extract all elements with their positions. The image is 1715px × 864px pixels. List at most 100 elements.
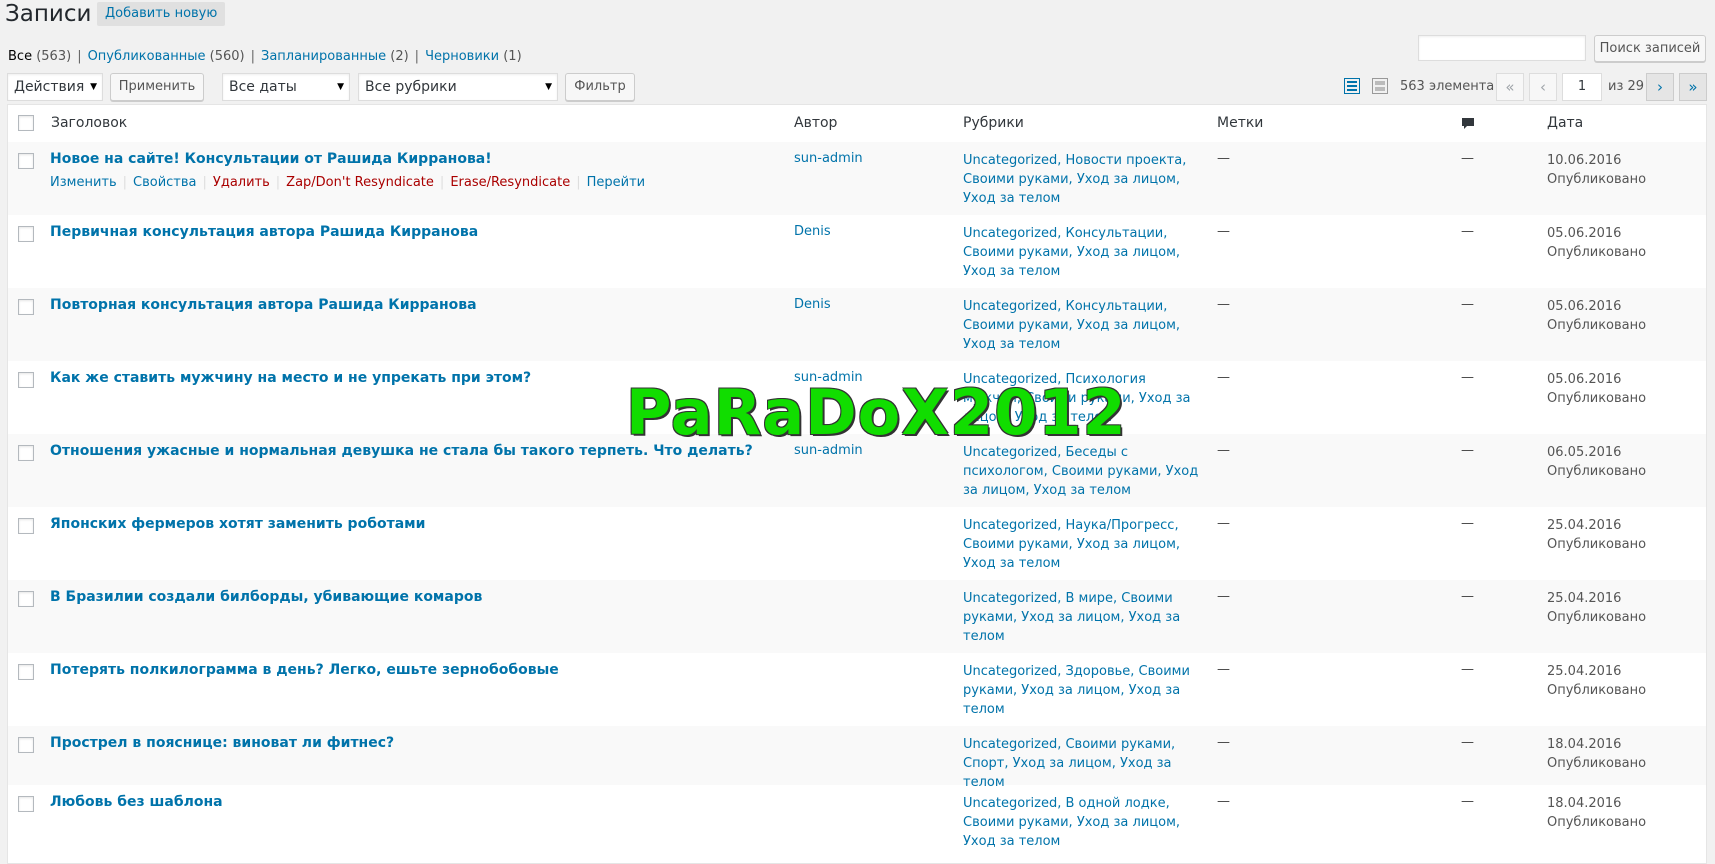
post-categories[interactable]: Uncategorized, Беседы с психологом, Свои…: [963, 443, 1203, 500]
column-title[interactable]: Заголовок: [51, 115, 127, 131]
comments-icon[interactable]: [1461, 117, 1475, 131]
post-status: Опубликовано: [1547, 683, 1647, 698]
search-button[interactable]: Поиск записей: [1594, 35, 1706, 62]
row-checkbox[interactable]: [18, 372, 34, 388]
table-row: Прострел в пояснице: виноват ли фитнес? U…: [8, 726, 1706, 790]
post-title-link[interactable]: Любовь без шаблона: [50, 794, 223, 810]
post-date-value: 06.05.2016: [1547, 445, 1622, 460]
date-filter-select[interactable]: Все даты ▼: [222, 73, 350, 101]
post-title-link[interactable]: Как же ставить мужчину на место и не упр…: [50, 370, 531, 386]
post-date: 25.04.2016 Опубликовано: [1547, 516, 1646, 554]
post-categories[interactable]: Uncategorized, Здоровье, Своими руками, …: [963, 662, 1203, 719]
post-title-link[interactable]: Новое на сайте! Консультации от Рашида К…: [50, 151, 492, 167]
post-categories[interactable]: Uncategorized, Новости проекта, Своими р…: [963, 151, 1203, 208]
select-all-checkbox[interactable]: [18, 115, 34, 131]
row-actions: Изменить | Свойства | Удалить | Zap/Don't Resy…: [50, 175, 646, 190]
excerpt-view-icon[interactable]: [1372, 78, 1388, 94]
first-page-button[interactable]: «: [1496, 73, 1524, 101]
row-checkbox[interactable]: [18, 591, 34, 607]
filter-scheduled[interactable]: Запланированные (2): [261, 49, 409, 64]
post-comments: —: [1461, 224, 1474, 239]
post-date-value: 25.04.2016: [1547, 591, 1622, 606]
apply-button[interactable]: Применить: [110, 73, 204, 101]
row-checkbox[interactable]: [18, 737, 34, 753]
row-checkbox[interactable]: [18, 299, 34, 315]
chevron-down-icon: ▼: [337, 82, 344, 92]
post-author-link[interactable]: Denis: [794, 297, 831, 312]
posts-table: Заголовок Автор Рубрики Метки Дата Новое…: [7, 104, 1707, 864]
table-row: Первичная консультация автора Рашида Кир…: [8, 215, 1706, 288]
row-checkbox[interactable]: [18, 226, 34, 242]
post-title-link[interactable]: Повторная консультация автора Рашида Кир…: [50, 297, 477, 313]
post-comments: —: [1461, 735, 1474, 750]
chevron-down-icon: ▼: [545, 82, 552, 92]
status-filters: Все (563) | Опубликованные (560) | Запланиро…: [8, 49, 522, 64]
category-filter-select[interactable]: Все рубрики ▼: [358, 73, 558, 101]
post-tags: —: [1217, 662, 1230, 677]
row-checkbox[interactable]: [18, 445, 34, 461]
post-categories[interactable]: Uncategorized, В мире, Своими руками, Ух…: [963, 589, 1203, 646]
list-view-icon[interactable]: [1344, 78, 1360, 94]
page-title: Записи: [5, 1, 92, 27]
total-pages: из 29: [1608, 79, 1645, 94]
add-new-button[interactable]: Добавить новую: [97, 2, 226, 26]
post-tags: —: [1217, 297, 1230, 312]
post-categories[interactable]: Uncategorized, Консультации, Своими рука…: [963, 224, 1203, 281]
post-categories[interactable]: Uncategorized, Консультации, Своими рука…: [963, 297, 1203, 354]
post-date: 05.06.2016 Опубликовано: [1547, 224, 1646, 262]
column-date[interactable]: Дата: [1547, 115, 1583, 131]
post-date: 25.04.2016 Опубликовано: [1547, 662, 1646, 700]
zap-link[interactable]: Zap/Don't Resyndicate: [286, 175, 434, 190]
post-title-link[interactable]: Первичная консультация автора Рашида Кир…: [50, 224, 478, 240]
post-author-link[interactable]: Denis: [794, 224, 831, 239]
post-title-link[interactable]: Потерять полкилограмма в день? Легко, еш…: [50, 662, 559, 678]
table-row: Новое на сайте! Консультации от Рашида К…: [8, 142, 1706, 215]
watermark: PaRaDoX2012: [626, 376, 1127, 449]
row-checkbox[interactable]: [18, 153, 34, 169]
chevron-down-icon: ▼: [90, 82, 97, 92]
next-page-button[interactable]: ›: [1646, 73, 1674, 101]
table-header: Заголовок Автор Рубрики Метки Дата: [8, 105, 1706, 143]
row-checkbox[interactable]: [18, 796, 34, 812]
row-checkbox[interactable]: [18, 518, 34, 534]
current-page-input[interactable]: 1: [1562, 73, 1602, 101]
post-date: 06.05.2016 Опубликовано: [1547, 443, 1646, 481]
table-row: Любовь без шаблона Uncategorized, В одной…: [8, 785, 1706, 858]
post-date: 10.06.2016 Опубликовано: [1547, 151, 1646, 189]
post-title-link[interactable]: В Бразилии создали билборды, убивающие к…: [50, 589, 482, 605]
post-title-link[interactable]: Прострел в пояснице: виноват ли фитнес?: [50, 735, 394, 751]
filter-button[interactable]: Фильтр: [565, 73, 635, 101]
table-row: Японских фермеров хотят заменить роботам…: [8, 507, 1706, 580]
quick-edit-link[interactable]: Свойства: [133, 175, 197, 190]
post-date-value: 18.04.2016: [1547, 737, 1622, 752]
post-comments: —: [1461, 662, 1474, 677]
trash-link[interactable]: Удалить: [213, 175, 270, 190]
post-status: Опубликовано: [1547, 756, 1647, 771]
filter-published[interactable]: Опубликованные (560): [88, 49, 245, 64]
post-categories[interactable]: Uncategorized, Наука/Прогресс, Своими ру…: [963, 516, 1203, 573]
last-page-button[interactable]: »: [1679, 73, 1707, 101]
search-input[interactable]: [1418, 35, 1586, 61]
filter-all[interactable]: Все (563): [8, 49, 71, 64]
prev-page-button[interactable]: ‹: [1529, 73, 1557, 101]
erase-link[interactable]: Erase/Resyndicate: [450, 175, 570, 190]
post-author-link[interactable]: sun-admin: [794, 151, 863, 166]
post-categories[interactable]: Uncategorized, Своими руками, Спорт, Ухо…: [963, 735, 1203, 792]
post-status: Опубликовано: [1547, 815, 1647, 830]
post-status: Опубликовано: [1547, 245, 1647, 260]
post-categories[interactable]: Uncategorized, В одной лодке, Своими рук…: [963, 794, 1203, 851]
edit-link[interactable]: Изменить: [50, 175, 117, 190]
post-date-value: 05.06.2016: [1547, 372, 1622, 387]
post-date: 25.04.2016 Опубликовано: [1547, 589, 1646, 627]
post-title-link[interactable]: Японских фермеров хотят заменить роботам…: [50, 516, 425, 532]
post-status: Опубликовано: [1547, 318, 1647, 333]
post-tags: —: [1217, 370, 1230, 385]
view-link[interactable]: Перейти: [587, 175, 646, 190]
post-tags: —: [1217, 794, 1230, 809]
row-checkbox[interactable]: [18, 664, 34, 680]
bulk-actions-select[interactable]: Действия ▼: [7, 73, 103, 101]
filter-drafts[interactable]: Черновики (1): [425, 49, 522, 64]
table-row: Повторная консультация автора Рашида Кир…: [8, 288, 1706, 361]
column-author: Автор: [794, 115, 838, 131]
post-status: Опубликовано: [1547, 172, 1647, 187]
